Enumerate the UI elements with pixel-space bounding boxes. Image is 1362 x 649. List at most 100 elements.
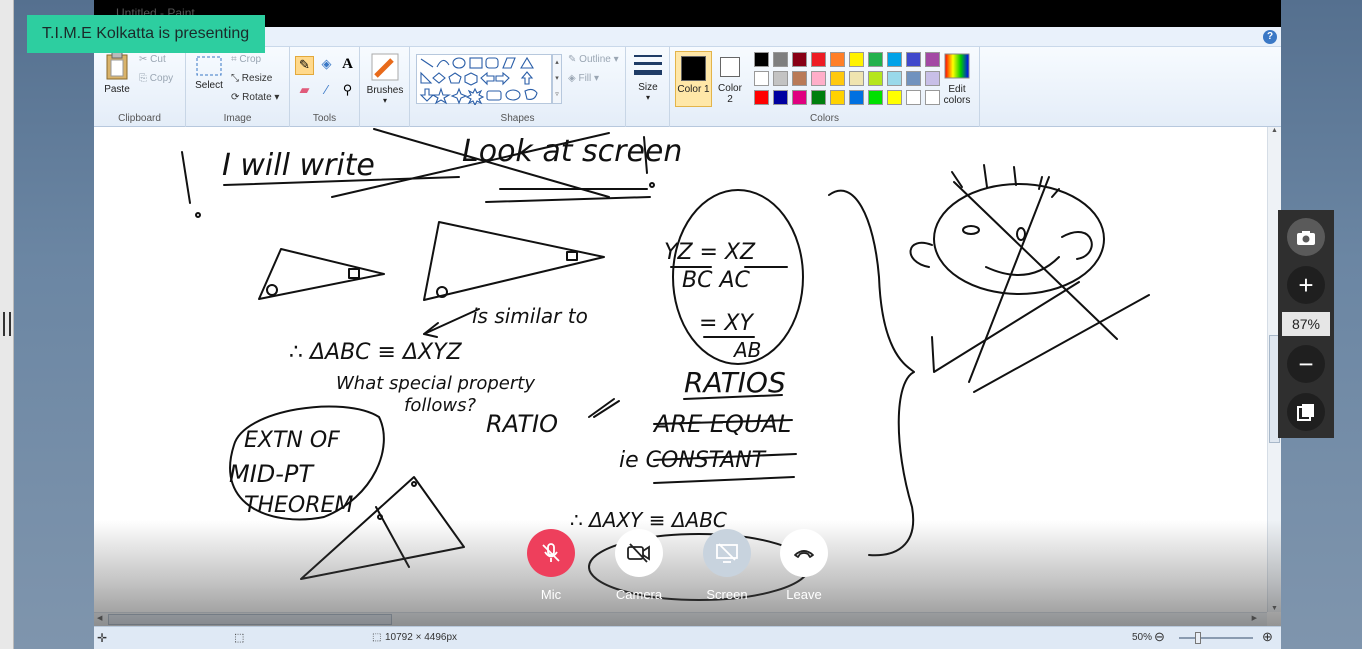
color-picker-icon[interactable]: ⁄: [317, 82, 336, 101]
color-swatch[interactable]: [887, 52, 902, 67]
rotate-button[interactable]: ⟳ Rotate ▾: [231, 92, 279, 103]
color-swatch[interactable]: [849, 52, 864, 67]
color-swatch[interactable]: [754, 52, 769, 67]
wb-extn: EXTN OF: [244, 428, 340, 453]
cut-button[interactable]: ✂ Cut: [139, 54, 166, 65]
status-bar: ✛ ⬚ ⬚ 10792 × 4496px 50% ⊖ ⊕: [94, 626, 1281, 649]
presenter-banner: T.I.M.E Kolkatta is presenting: [27, 15, 265, 53]
zoom-slider-thumb[interactable]: [1195, 632, 1201, 644]
zoom-in-icon[interactable]: ⊕: [1262, 629, 1273, 645]
camera-button[interactable]: [615, 529, 663, 577]
image-group: Select ⌗ Crop ⤡ Resize ⟳ Rotate ▾ Image: [186, 47, 290, 127]
color-swatch[interactable]: [887, 90, 902, 105]
zoom-out-icon[interactable]: ⊖: [1154, 629, 1165, 645]
color-swatch[interactable]: [811, 90, 826, 105]
shapes-scroll[interactable]: ▴ ▾ ▿: [552, 54, 562, 104]
color-swatch[interactable]: [849, 71, 864, 86]
wb-line1: I will write: [222, 148, 375, 183]
clipboard-group-label: Clipboard: [118, 113, 161, 124]
outline-button[interactable]: ✎ Outline ▾: [568, 54, 619, 65]
leave-button[interactable]: [780, 529, 828, 577]
color-swatch[interactable]: [868, 90, 883, 105]
copy-button[interactable]: ⎘ Copy: [139, 73, 173, 84]
call-controls-bar: [94, 520, 1281, 626]
size-button[interactable]: Size ▾: [631, 53, 665, 102]
copy-label: Copy: [149, 73, 174, 84]
screen-share-off-icon: [716, 543, 738, 563]
color-swatch[interactable]: [754, 90, 769, 105]
crop-button[interactable]: ⌗ Crop: [231, 54, 261, 65]
zoom-panel: + 87% −: [1278, 210, 1334, 438]
shapes-gallery-icons: [419, 56, 538, 107]
wb-are-equal: ARE EQUAL: [652, 410, 791, 438]
color-swatch[interactable]: [773, 52, 788, 67]
scroll-up-icon[interactable]: ▲: [1268, 127, 1281, 134]
tools-group: ✎ ◈ A ▰ ⁄ ⚲ Tools: [290, 47, 360, 127]
line-size-icon: [634, 55, 662, 75]
color-swatch[interactable]: [925, 90, 940, 105]
side-panel[interactable]: [0, 0, 14, 649]
zoom-out-button[interactable]: −: [1287, 345, 1325, 383]
color-swatch[interactable]: [906, 52, 921, 67]
color-swatch[interactable]: [925, 52, 940, 67]
pencil-icon[interactable]: ✎: [295, 56, 314, 75]
plus-icon: +: [1298, 270, 1314, 300]
paste-button[interactable]: Paste: [102, 51, 132, 95]
resize-label: Resize: [241, 73, 273, 84]
fit-screen-button[interactable]: [1287, 393, 1325, 431]
screen-share-button[interactable]: [703, 529, 751, 577]
color-swatch[interactable]: [811, 52, 826, 67]
color-swatch[interactable]: [773, 90, 788, 105]
colors-group-label: Colors: [810, 113, 839, 124]
color-swatch[interactable]: [811, 71, 826, 86]
edit-colors-icon: [944, 53, 970, 79]
text-tool-icon[interactable]: A: [338, 56, 357, 75]
color-swatch[interactable]: [868, 71, 883, 86]
edit-colors-button[interactable]: Edit colors: [940, 53, 974, 106]
zoom-percentage: 87%: [1282, 312, 1330, 336]
color-swatch[interactable]: [830, 71, 845, 86]
color-swatch[interactable]: [792, 71, 807, 86]
color-swatch[interactable]: [830, 90, 845, 105]
resize-button[interactable]: ⤡ Resize: [231, 73, 272, 84]
camera-off-icon: [627, 543, 650, 563]
zoom-level: 50%: [1132, 632, 1153, 643]
color-swatch[interactable]: [792, 52, 807, 67]
wb-midpt: MID-PT: [229, 460, 315, 488]
minus-icon: −: [1298, 349, 1314, 379]
resize-grip-icon[interactable]: [3, 312, 11, 336]
help-icon[interactable]: ?: [1263, 30, 1277, 44]
magnifier-icon[interactable]: ⚲: [338, 82, 357, 101]
color-swatch[interactable]: [830, 52, 845, 67]
color-swatch[interactable]: [906, 90, 921, 105]
copy-window-icon: [1297, 404, 1314, 421]
wb-line2: Look at screen: [462, 134, 682, 169]
shapes-gallery[interactable]: [416, 54, 552, 107]
select-icon: [196, 56, 222, 76]
eraser-icon[interactable]: ▰: [295, 82, 314, 101]
color-swatch[interactable]: [754, 71, 769, 86]
mic-button[interactable]: [527, 529, 575, 577]
color-swatch[interactable]: [868, 52, 883, 67]
brushes-button[interactable]: Brushes ▾: [366, 52, 404, 105]
selection-size-icon: ⬚: [234, 632, 245, 644]
zoom-in-button[interactable]: +: [1287, 266, 1325, 304]
color-swatch[interactable]: [887, 71, 902, 86]
color-swatch[interactable]: [925, 71, 940, 86]
screenshot-button[interactable]: [1287, 218, 1325, 256]
image-group-label: Image: [223, 113, 252, 124]
leave-label: Leave: [786, 587, 822, 602]
color-swatch[interactable]: [906, 71, 921, 86]
screen-label: Screen: [706, 587, 748, 602]
size-label: Size: [638, 82, 658, 93]
canvas-dimensions: 10792 × 4496px: [385, 632, 458, 643]
clipboard-group: Paste ✂ Cut ⎘ Copy Clipboard: [94, 47, 186, 127]
fill-bucket-icon[interactable]: ◈: [317, 56, 336, 75]
color-swatch[interactable]: [849, 90, 864, 105]
paste-icon: [106, 51, 128, 80]
fill-button[interactable]: ◈ Fill ▾: [568, 73, 599, 84]
zoom-slider[interactable]: [1179, 632, 1253, 644]
color-swatch[interactable]: [773, 71, 788, 86]
select-button[interactable]: Select: [194, 55, 224, 91]
color-swatch[interactable]: [792, 90, 807, 105]
